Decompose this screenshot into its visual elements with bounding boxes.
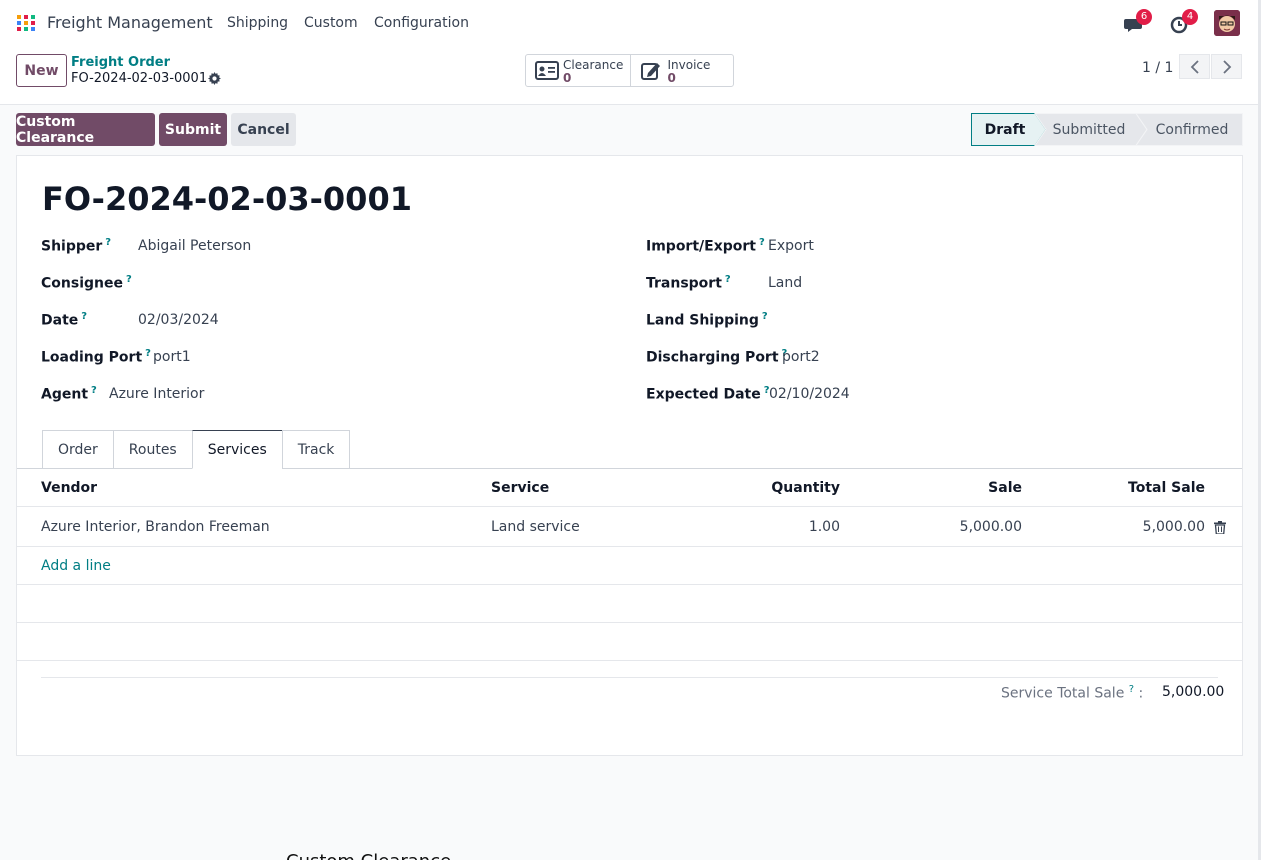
date-label: Date? xyxy=(41,311,88,329)
help-icon[interactable]: ? xyxy=(126,274,132,285)
help-icon[interactable]: ? xyxy=(81,311,87,322)
pager-previous-button[interactable] xyxy=(1179,54,1210,79)
service-cell[interactable]: Land service xyxy=(491,519,580,535)
tab-track[interactable]: Track xyxy=(281,430,351,469)
discharging-port-label: Discharging Port? xyxy=(646,348,788,366)
table-row[interactable]: Azure Interior, Brandon Freeman Land ser… xyxy=(17,507,1242,547)
notebook-tabs: Order Routes Services Track xyxy=(42,430,351,469)
stage-draft[interactable]: Draft xyxy=(971,113,1039,146)
transport-label: Transport? xyxy=(646,274,731,292)
tab-routes[interactable]: Routes xyxy=(112,430,192,469)
expected-date-label: Expected Date? xyxy=(646,385,770,403)
invoice-smart-button[interactable]: Invoice 0 xyxy=(629,55,734,86)
user-avatar[interactable] xyxy=(1214,10,1240,36)
menu-custom[interactable]: Custom xyxy=(304,15,358,31)
land-shipping-label: Land Shipping? xyxy=(646,311,768,329)
help-icon[interactable]: ? xyxy=(91,385,97,396)
shipper-field[interactable]: Abigail Peterson xyxy=(138,238,251,254)
clearance-label: Clearance xyxy=(563,58,624,72)
expected-date-field[interactable]: 02/10/2024 xyxy=(769,386,850,402)
agent-field[interactable]: Azure Interior xyxy=(109,386,204,402)
add-line-row: Add a line xyxy=(17,547,1242,585)
help-icon[interactable]: ? xyxy=(759,237,765,248)
smart-buttons: Clearance 0 Invoice 0 xyxy=(525,54,734,87)
record-title: FO-2024-02-03-0001 xyxy=(42,180,412,218)
consignee-label: Consignee? xyxy=(41,274,132,292)
pager-next-button[interactable] xyxy=(1211,54,1242,79)
service-total-value: 5,000.00 xyxy=(1162,684,1225,700)
column-sale[interactable]: Sale xyxy=(897,480,1022,496)
import-export-label: Import/Export? xyxy=(646,237,765,255)
id-card-icon xyxy=(535,61,559,80)
clearance-smart-button[interactable]: Clearance 0 xyxy=(526,55,630,86)
top-navbar: Freight Management Shipping Custom Confi… xyxy=(0,0,1261,46)
breadcrumb-current: FO-2024-02-03-0001 xyxy=(71,71,208,86)
activities-button[interactable]: 4 xyxy=(1170,9,1198,34)
vendor-cell[interactable]: Azure Interior, Brandon Freeman xyxy=(41,519,270,535)
table-header: Vendor Service Quantity Sale Total Sale xyxy=(17,469,1242,507)
background-text: Custom Clearance xyxy=(286,851,451,860)
services-table: Vendor Service Quantity Sale Total Sale … xyxy=(17,469,1242,661)
transport-field[interactable]: Land xyxy=(768,275,802,291)
shipper-label: Shipper? xyxy=(41,237,112,255)
new-button[interactable]: New xyxy=(16,54,67,87)
chevron-left-icon xyxy=(1190,59,1199,74)
chevron-right-icon xyxy=(1222,59,1231,74)
agent-label: Agent? xyxy=(41,385,97,403)
activities-badge: 4 xyxy=(1182,9,1198,25)
totals-divider xyxy=(41,677,1218,678)
add-line-link[interactable]: Add a line xyxy=(41,558,111,574)
column-service[interactable]: Service xyxy=(491,480,549,496)
quantity-cell[interactable]: 1.00 xyxy=(717,519,840,535)
status-bar: Draft Submitted Confirmed xyxy=(971,113,1243,146)
avatar-icon xyxy=(1214,10,1240,36)
apps-menu-icon[interactable] xyxy=(17,14,37,32)
help-icon[interactable]: ? xyxy=(725,274,731,285)
loading-port-field[interactable]: port1 xyxy=(153,349,191,365)
empty-row xyxy=(17,623,1242,661)
help-icon[interactable]: ? xyxy=(145,348,151,359)
service-total-label: Service Total Sale ? : xyxy=(1001,684,1144,702)
empty-row xyxy=(17,585,1242,623)
custom-clearance-button[interactable]: Custom Clearance xyxy=(16,113,155,146)
menu-configuration[interactable]: Configuration xyxy=(374,15,469,31)
discharging-port-field[interactable]: port2 xyxy=(782,349,820,365)
control-panel: New Freight Order FO-2024-02-03-0001 Cle… xyxy=(0,46,1261,105)
menu-shipping[interactable]: Shipping xyxy=(227,15,288,31)
messages-badge: 6 xyxy=(1136,9,1152,25)
loading-port-label: Loading Port? xyxy=(41,348,151,366)
help-icon[interactable]: ? xyxy=(105,237,111,248)
breadcrumb-parent[interactable]: Freight Order xyxy=(71,55,170,70)
tab-order[interactable]: Order xyxy=(42,430,113,469)
help-icon[interactable]: ? xyxy=(762,311,768,322)
cancel-button[interactable]: Cancel xyxy=(231,113,296,146)
pager-value[interactable]: 1 / 1 xyxy=(1142,60,1173,76)
column-quantity[interactable]: Quantity xyxy=(717,480,840,496)
form-sheet: FO-2024-02-03-0001 Shipper? Abigail Pete… xyxy=(16,155,1243,756)
stage-confirmed[interactable]: Confirmed xyxy=(1147,113,1237,146)
column-vendor[interactable]: Vendor xyxy=(41,480,97,496)
column-total-sale[interactable]: Total Sale xyxy=(1077,480,1205,496)
clearance-count: 0 xyxy=(563,71,572,85)
stage-submitted[interactable]: Submitted xyxy=(1043,113,1135,146)
import-export-field[interactable]: Export xyxy=(768,238,814,254)
gear-icon[interactable] xyxy=(208,72,221,85)
total-sale-cell[interactable]: 5,000.00 xyxy=(1077,519,1205,535)
invoice-count: 0 xyxy=(667,71,676,85)
app-name[interactable]: Freight Management xyxy=(47,13,213,32)
trash-icon[interactable] xyxy=(1214,521,1226,534)
edit-icon xyxy=(640,63,660,80)
messages-button[interactable]: 6 xyxy=(1124,9,1152,34)
help-icon[interactable]: ? xyxy=(1129,684,1134,695)
sale-cell[interactable]: 5,000.00 xyxy=(897,519,1022,535)
invoice-label: Invoice xyxy=(667,58,711,72)
date-field[interactable]: 02/03/2024 xyxy=(138,312,219,328)
submit-button[interactable]: Submit xyxy=(159,113,227,146)
tab-services[interactable]: Services xyxy=(191,430,282,469)
